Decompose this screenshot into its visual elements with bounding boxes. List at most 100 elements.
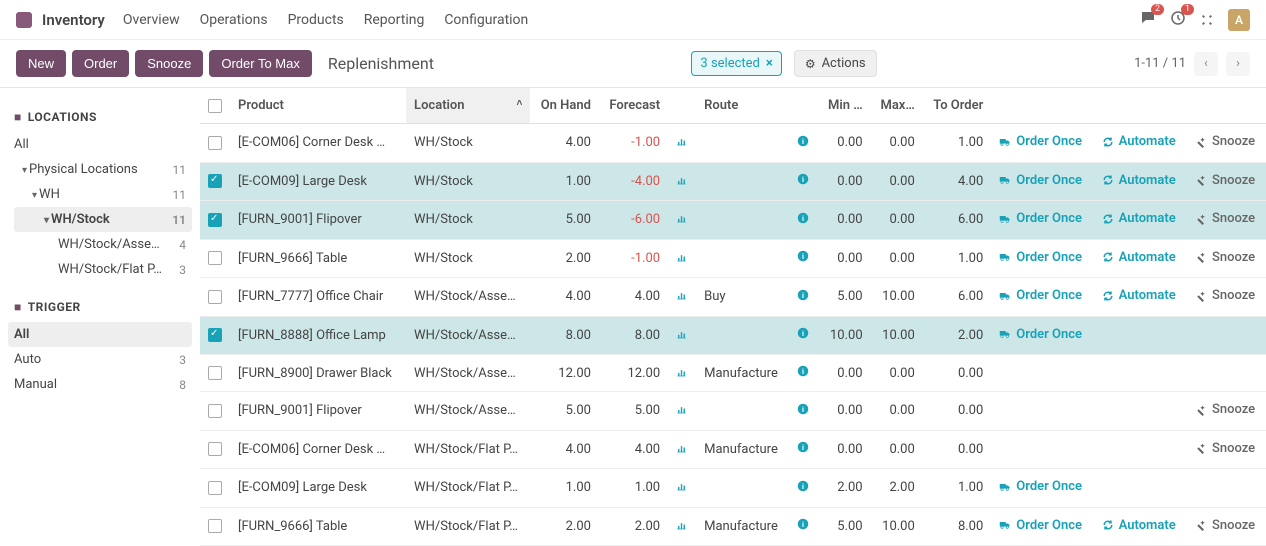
row-checkbox[interactable] (208, 328, 222, 342)
table-row[interactable]: [FURN_8888] Office LampWH/Stock/Asse…8.0… (200, 316, 1266, 355)
row-checkbox[interactable] (208, 442, 222, 456)
pager-text[interactable]: 1-11 / 11 (1134, 56, 1186, 71)
snooze-link[interactable]: Snooze (1195, 173, 1255, 188)
order-once-link[interactable]: Order Once (999, 211, 1082, 226)
cell-min[interactable]: 0.00 (818, 124, 871, 163)
table-row[interactable]: [FURN_9001] FlipoverWH/Stock/Asse…5.005.… (200, 392, 1266, 431)
table-row[interactable]: [E-COM09] Large DeskWH/Stock/Flat P…1.00… (200, 469, 1266, 508)
automate-link[interactable]: Automate (1102, 250, 1176, 265)
info-icon[interactable]: i (797, 290, 809, 305)
snooze-link[interactable]: Snooze (1195, 250, 1255, 265)
cell-min[interactable]: 5.00 (818, 278, 871, 317)
order-once-link[interactable]: Order Once (999, 518, 1082, 533)
sidebar-item-trigger-manual[interactable]: Manual8 (8, 372, 192, 397)
row-checkbox[interactable] (208, 251, 222, 265)
info-icon[interactable]: i (797, 519, 809, 534)
snooze-button[interactable]: Snooze (135, 50, 203, 77)
cell-min[interactable]: 0.00 (818, 355, 871, 392)
info-icon[interactable]: i (797, 442, 809, 457)
clear-selection-icon[interactable]: × (766, 56, 773, 71)
col-forecast[interactable]: Forecast (599, 88, 668, 124)
forecast-chart-icon[interactable] (676, 481, 687, 494)
cell-max[interactable]: 0.00 (871, 201, 923, 240)
cell-min[interactable]: 0.00 (818, 392, 871, 431)
row-checkbox[interactable] (208, 366, 222, 380)
table-row[interactable]: [E-COM06] Corner Desk …WH/Stock4.00-1.00… (200, 124, 1266, 163)
row-checkbox[interactable] (208, 481, 222, 495)
col-route[interactable]: Route (696, 88, 789, 124)
snooze-link[interactable]: Snooze (1195, 288, 1255, 303)
forecast-chart-icon[interactable] (676, 290, 687, 303)
avatar[interactable]: A (1228, 9, 1250, 31)
cell-toorder[interactable]: 1.00 (923, 469, 992, 508)
sidebar-item-wh-stock-asse[interactable]: WH/Stock/Asse…4 (14, 232, 192, 257)
order-once-link[interactable]: Order Once (999, 250, 1082, 265)
debug-icon[interactable] (1200, 13, 1214, 27)
actions-button[interactable]: ⚙ Actions (794, 50, 877, 77)
cell-min[interactable]: 0.00 (818, 239, 871, 278)
automate-link[interactable]: Automate (1102, 134, 1176, 149)
cell-max[interactable]: 0.00 (871, 392, 923, 431)
table-row[interactable]: [E-COM06] Corner Desk …WH/Stock/Flat P…4… (200, 430, 1266, 469)
cell-max[interactable]: 10.00 (871, 278, 923, 317)
table-row[interactable]: [FURN_9001] FlipoverWH/Stock5.00-6.00i0.… (200, 201, 1266, 240)
cell-max[interactable]: 10.00 (871, 316, 923, 355)
snooze-link[interactable]: Snooze (1195, 211, 1255, 226)
cell-min[interactable]: 10.00 (818, 316, 871, 355)
sidebar-item-physical-locations[interactable]: ▾Physical Locations 11 (14, 157, 192, 182)
menu-item-operations[interactable]: Operations (200, 12, 268, 28)
cell-toorder[interactable]: 4.00 (923, 162, 992, 201)
sidebar-item-trigger-auto[interactable]: Auto3 (8, 347, 192, 372)
cell-toorder[interactable]: 1.00 (923, 124, 992, 163)
cell-max[interactable]: 0.00 (871, 430, 923, 469)
table-row[interactable]: [FURN_9666] TableWH/Stock2.00-1.00i0.000… (200, 239, 1266, 278)
cell-toorder[interactable]: 1.00 (923, 239, 992, 278)
col-product[interactable]: Product (230, 88, 406, 124)
snooze-link[interactable]: Snooze (1195, 134, 1255, 149)
table-row[interactable]: [FURN_7777] Office ChairWH/Stock/Asse…4.… (200, 278, 1266, 317)
table-row[interactable]: [FURN_9666] TableWH/Stock/Flat P…2.002.0… (200, 507, 1266, 546)
cell-toorder[interactable]: 0.00 (923, 355, 992, 392)
row-checkbox[interactable] (208, 136, 222, 150)
menu-item-reporting[interactable]: Reporting (364, 12, 425, 28)
table-row[interactable]: [FURN_8900] Drawer BlackWH/Stock/Asse…12… (200, 355, 1266, 392)
cell-min[interactable]: 2.00 (818, 469, 871, 508)
forecast-chart-icon[interactable] (676, 213, 687, 226)
snooze-link[interactable]: Snooze (1195, 518, 1255, 533)
row-checkbox[interactable] (208, 404, 222, 418)
col-onhand[interactable]: On Hand (530, 88, 599, 124)
cell-toorder[interactable]: 6.00 (923, 201, 992, 240)
menu-item-configuration[interactable]: Configuration (444, 12, 528, 28)
automate-link[interactable]: Automate (1102, 288, 1176, 303)
cell-toorder[interactable]: 8.00 (923, 507, 992, 546)
new-button[interactable]: New (16, 50, 66, 77)
cell-max[interactable]: 0.00 (871, 162, 923, 201)
row-checkbox[interactable] (208, 519, 222, 533)
order-to-max-button[interactable]: Order To Max (209, 50, 312, 77)
cell-max[interactable]: 0.00 (871, 239, 923, 278)
order-once-link[interactable]: Order Once (999, 134, 1082, 149)
forecast-chart-icon[interactable] (676, 367, 687, 380)
cell-min[interactable]: 0.00 (818, 201, 871, 240)
cell-max[interactable]: 0.00 (871, 355, 923, 392)
row-checkbox[interactable] (208, 213, 222, 227)
cell-toorder[interactable]: 0.00 (923, 392, 992, 431)
order-button[interactable]: Order (72, 50, 129, 77)
sidebar-item-all[interactable]: All (8, 132, 192, 157)
col-toorder[interactable]: To Order (923, 88, 992, 124)
cell-min[interactable]: 0.00 (818, 430, 871, 469)
col-min[interactable]: Min … (818, 88, 871, 124)
automate-link[interactable]: Automate (1102, 211, 1176, 226)
activities-icon[interactable]: 1 (1170, 10, 1186, 30)
sidebar-item-wh-stock[interactable]: ▾WH/Stock 11 (14, 207, 192, 232)
snooze-link[interactable]: Snooze (1195, 441, 1255, 456)
selection-pill[interactable]: 3 selected × (691, 51, 781, 76)
sidebar-item-trigger-all[interactable]: All (8, 322, 192, 347)
sidebar-item-wh[interactable]: ▾WH 11 (14, 182, 192, 207)
cell-toorder[interactable]: 6.00 (923, 278, 992, 317)
menu-item-overview[interactable]: Overview (123, 12, 180, 28)
cell-max[interactable]: 2.00 (871, 469, 923, 508)
automate-link[interactable]: Automate (1102, 173, 1176, 188)
forecast-chart-icon[interactable] (676, 443, 687, 456)
app-icon[interactable] (16, 12, 32, 28)
